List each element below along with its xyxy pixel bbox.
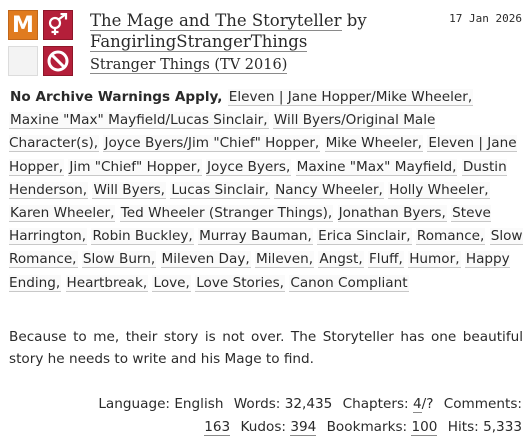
fandom-heading: Stranger Things (TV 2016) <box>90 57 288 74</box>
work-stats: Language: English Words: 32,435 Chapters… <box>30 393 522 439</box>
chapters-current-link[interactable]: 4 <box>412 396 422 413</box>
fandom-link[interactable]: Stranger Things (TV 2016) <box>90 57 288 74</box>
updated-date: 17 Jan 2026 <box>449 12 522 25</box>
required-tags: M <box>8 10 74 78</box>
tag-link[interactable]: Maxine "Max" Mayfield, <box>295 158 458 176</box>
tag-link[interactable]: Ted Wheeler (Stranger Things), <box>119 205 334 223</box>
tag-link[interactable]: Maxine "Max" Mayfield/Lucas Sinclair, <box>9 112 269 130</box>
tag-link[interactable]: Heartbreak, <box>65 274 149 292</box>
tag-link[interactable]: Joyce Byers, <box>206 158 292 176</box>
work-heading: The Mage and The Storyteller by Fangirli… <box>90 10 430 52</box>
tag-link[interactable]: Holly Wheeler, <box>388 181 490 199</box>
comments-link[interactable]: 163 <box>204 419 231 436</box>
tag-list: No Archive Warnings Apply, Eleven | Jane… <box>9 86 525 295</box>
tag-link[interactable]: Slow Burn, <box>81 251 157 269</box>
tag-link[interactable]: Karen Wheeler, <box>9 205 116 223</box>
tag-link[interactable]: Romance, <box>415 228 486 246</box>
chapters-label: Chapters: <box>342 396 409 412</box>
kudos-label: Kudos: <box>240 419 286 435</box>
tag-link[interactable]: Eleven | Jane Hopper/Mike Wheeler, <box>227 89 474 106</box>
warning-tag[interactable]: No Archive Warnings Apply, <box>9 89 223 105</box>
no-entry-glyph <box>47 50 69 72</box>
tag-link[interactable]: Jim "Chief" Hopper, <box>68 158 202 176</box>
blank-square-icon[interactable] <box>8 46 38 76</box>
work-summary: Because to me, their story is not over. … <box>9 329 523 367</box>
by-label: by <box>346 11 367 30</box>
tag-link[interactable]: Fluff, <box>367 251 404 269</box>
category-mf-icon[interactable] <box>43 10 73 40</box>
tag-link[interactable]: Lucas Sinclair, <box>170 181 270 199</box>
work-title-link[interactable]: The Mage and The Storyteller <box>90 11 342 31</box>
mars-venus-icon <box>48 13 68 35</box>
tag-link[interactable]: Erica Sinclair, <box>317 228 412 246</box>
language-value: English <box>174 396 224 412</box>
words-value: 32,435 <box>284 396 333 412</box>
language-label: Language: <box>98 396 171 412</box>
tag-link[interactable]: Mileven Day, <box>160 251 251 269</box>
tag-link[interactable]: Love, <box>152 274 191 292</box>
tag-link[interactable]: Mileven, <box>255 251 315 269</box>
tag-link[interactable]: Mike Wheeler, <box>324 135 423 153</box>
no-entry-icon[interactable] <box>43 46 73 76</box>
comments-label: Comments: <box>443 396 522 412</box>
tag-link[interactable]: Angst, <box>318 251 364 269</box>
tag-link[interactable]: Canon Compliant <box>289 274 409 292</box>
tag-link[interactable]: Joyce Byers/Jim "Chief" Hopper, <box>103 135 321 153</box>
rating-mature-icon[interactable]: M <box>8 10 38 40</box>
bookmarks-link[interactable]: 100 <box>411 419 438 436</box>
tag-link[interactable]: Will Byers, <box>92 181 166 199</box>
author-link[interactable]: FangirlingStrangerThings <box>90 32 308 52</box>
tag-link[interactable]: Nancy Wheeler, <box>274 181 384 199</box>
kudos-link[interactable]: 394 <box>290 419 317 436</box>
chapters-total: /? <box>421 396 434 412</box>
words-label: Words: <box>233 396 281 412</box>
tag-link[interactable]: Robin Buckley, <box>91 228 194 246</box>
bookmarks-label: Bookmarks: <box>326 419 408 435</box>
tag-link[interactable]: Murray Bauman, <box>198 228 313 246</box>
hits-label: Hits: <box>447 419 479 435</box>
hits-value: 5,333 <box>483 419 522 435</box>
chapters-value: 4/? <box>412 396 434 413</box>
work-header: M The Mage and The Storyteller by Fangir… <box>0 0 530 84</box>
tag-link[interactable]: Humor, <box>408 251 461 269</box>
tag-link[interactable]: Jonathan Byers, <box>337 205 447 223</box>
tag-link[interactable]: Love Stories, <box>195 274 285 292</box>
